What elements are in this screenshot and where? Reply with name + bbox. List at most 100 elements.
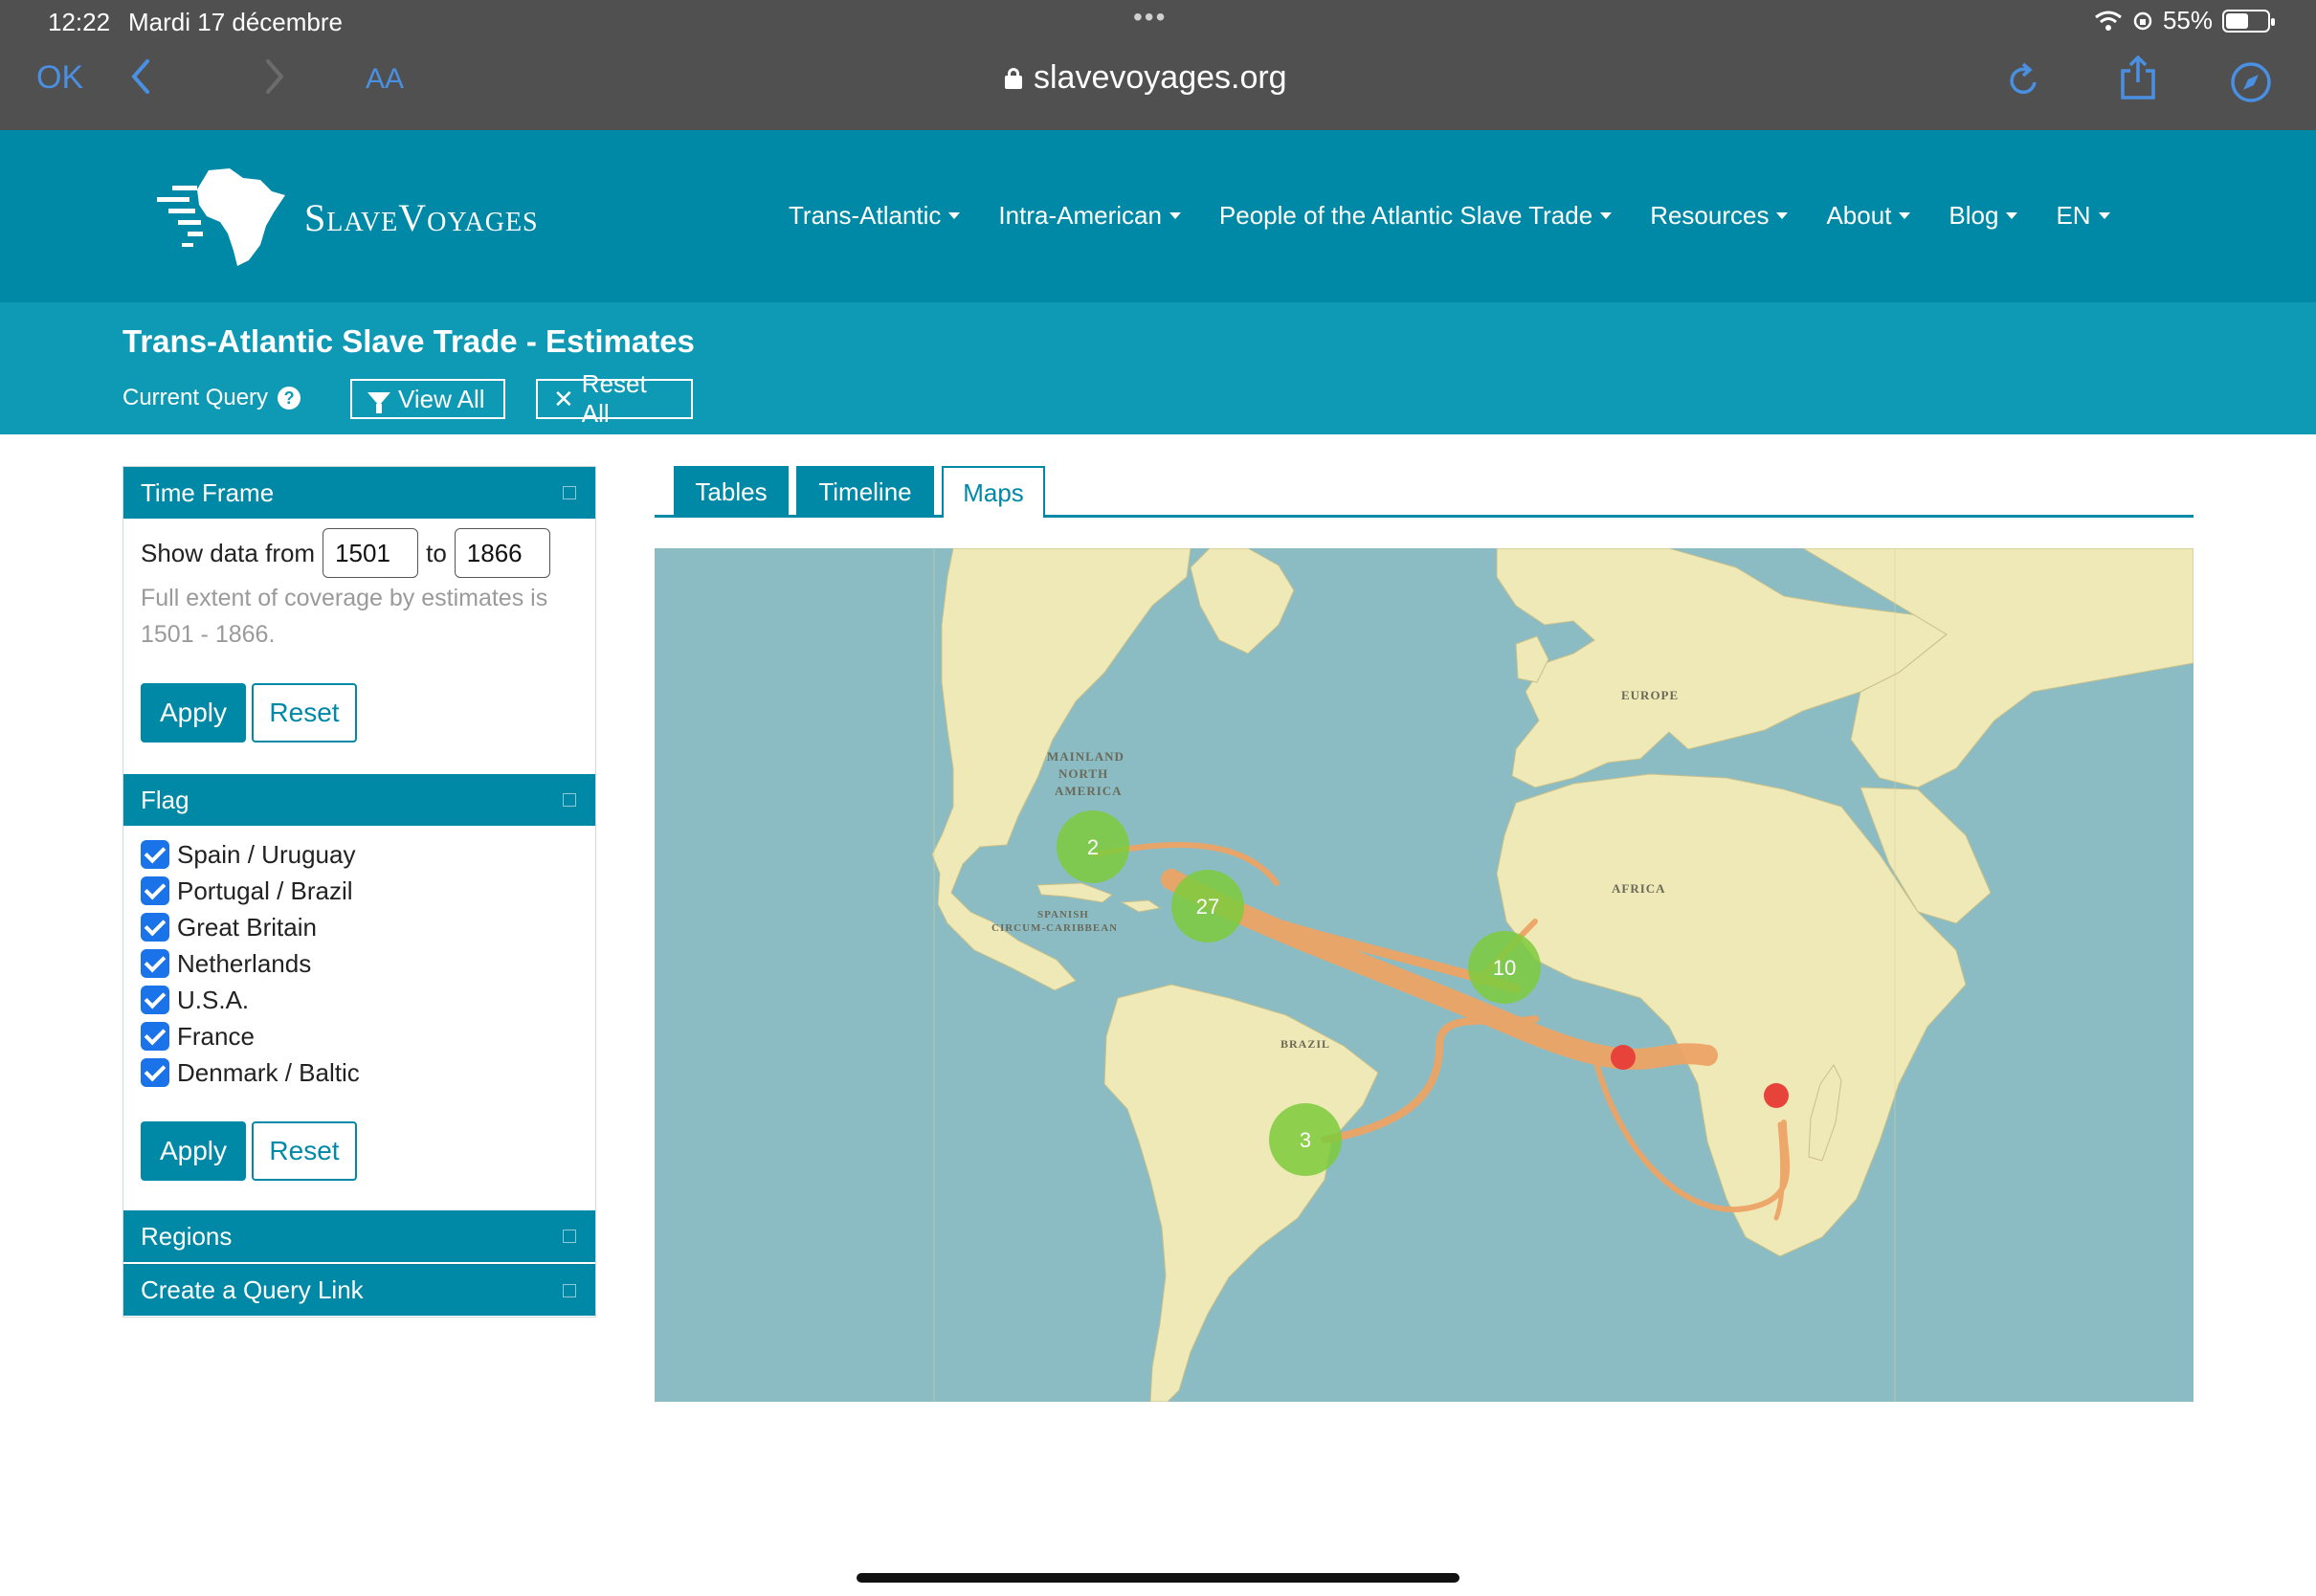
nav-label: Resources <box>1650 201 1770 230</box>
year-to-input[interactable]: 1866 <box>454 528 550 578</box>
cluster-marker-caribbean[interactable]: 27 <box>1171 870 1244 942</box>
nav-label: Blog <box>1949 201 1999 230</box>
nav-trans-atlantic[interactable]: Trans-Atlantic <box>789 201 961 231</box>
cluster-marker-north-america[interactable]: 2 <box>1057 810 1129 883</box>
nav-resources[interactable]: Resources <box>1650 201 1789 231</box>
checkbox-checked-icon[interactable] <box>141 840 169 869</box>
forward-icon[interactable] <box>262 57 287 96</box>
checkbox-checked-icon[interactable] <box>141 986 169 1014</box>
flag-item[interactable]: U.S.A. <box>141 982 360 1018</box>
battery-icon <box>2222 9 2275 33</box>
cluster-marker-africa[interactable]: 10 <box>1468 931 1541 1004</box>
nav-label: Trans-Atlantic <box>789 201 942 230</box>
reset-all-button[interactable]: ✕ Reset All <box>536 369 693 428</box>
compass-icon[interactable] <box>2230 61 2272 103</box>
map-canvas: EUROPE AFRICA MAINLAND NORTH AMERICA SPA… <box>931 548 2194 1402</box>
caret-down-icon <box>948 212 961 219</box>
lock-icon <box>1005 67 1022 89</box>
flag-item[interactable]: Denmark / Baltic <box>141 1054 360 1091</box>
back-icon[interactable] <box>128 57 153 96</box>
flag-item[interactable]: Great Britain <box>141 909 360 945</box>
collapse-icon[interactable] <box>563 486 576 499</box>
flag-item[interactable]: France <box>141 1018 360 1054</box>
nav-about[interactable]: About <box>1826 201 1911 231</box>
flag-label: Portugal / Brazil <box>177 876 353 905</box>
regions-header[interactable]: Regions <box>123 1210 595 1262</box>
nav-intra-american[interactable]: Intra-American <box>998 201 1181 231</box>
tab-timeline[interactable]: Timeline <box>796 466 934 518</box>
site-header: SlaveVoyages Trans-Atlantic Intra-Americ… <box>0 130 2316 302</box>
label-na-3: AMERICA <box>1055 784 1123 798</box>
land-caribbean <box>1036 882 1113 903</box>
flag-label: U.S.A. <box>177 985 250 1014</box>
flag-reset-button[interactable]: Reset <box>252 1121 357 1181</box>
page-title: Trans-Atlantic Slave Trade - Estimates <box>122 323 695 359</box>
site-logo[interactable]: SlaveVoyages <box>153 165 539 270</box>
label-sc-2: CIRCUM-CARIBBEAN <box>991 922 1118 934</box>
collapse-icon[interactable] <box>563 1284 576 1297</box>
status-time: 12:22 <box>48 8 111 36</box>
main-nav: Trans-Atlantic Intra-American People of … <box>789 201 2110 231</box>
caret-down-icon <box>1169 212 1181 219</box>
nav-label: About <box>1826 201 1892 230</box>
query-link-header[interactable]: Create a Query Link <box>123 1264 595 1316</box>
coverage-note: Full extent of coverage by estimates is … <box>141 585 548 648</box>
help-icon[interactable]: ? <box>278 387 301 410</box>
view-tabs: Tables Timeline Maps <box>655 466 2194 518</box>
logo-text: SlaveVoyages <box>304 195 539 239</box>
port-marker-southeast-africa[interactable] <box>1764 1083 1789 1108</box>
year-from-input[interactable]: 1501 <box>323 528 419 578</box>
browser-chrome: 12:22 Mardi 17 décembre ••• 55% OK AA sl… <box>0 0 2316 130</box>
flag-apply-button[interactable]: Apply <box>141 1121 246 1181</box>
flag-header[interactable]: Flag <box>123 774 595 826</box>
time-frame-row: Show data from 1501 to 1866 <box>141 528 550 578</box>
status-right: 55% <box>2094 6 2275 35</box>
flag-item[interactable]: Netherlands <box>141 945 360 982</box>
trade-route-map[interactable]: EUROPE AFRICA MAINLAND NORTH AMERICA SPA… <box>655 548 2194 1402</box>
flag-label: Spain / Uruguay <box>177 839 356 869</box>
label-sc-1: SPANISH <box>1037 909 1089 920</box>
cluster-count: 27 <box>1196 895 1219 919</box>
land-south-america <box>1103 984 1379 1402</box>
time-frame-apply-button[interactable]: Apply <box>141 683 246 743</box>
cluster-marker-brazil[interactable]: 3 <box>1269 1103 1342 1176</box>
view-all-label: View All <box>398 384 485 413</box>
done-button[interactable]: OK <box>36 59 83 97</box>
share-icon[interactable] <box>2119 55 2157 101</box>
text-size-button[interactable]: AA <box>366 63 404 96</box>
flag-item[interactable]: Spain / Uruguay <box>141 836 360 873</box>
current-query-label: Current Query <box>122 385 269 410</box>
address-bar[interactable]: slavevoyages.org <box>1005 59 1287 97</box>
view-all-button[interactable]: View All <box>350 379 505 419</box>
nav-language[interactable]: EN <box>2056 201 2110 231</box>
url-text: slavevoyages.org <box>1034 59 1287 96</box>
battery-fill <box>2226 12 2248 29</box>
checkbox-checked-icon[interactable] <box>141 913 169 942</box>
checkbox-checked-icon[interactable] <box>141 876 169 905</box>
land-greenland <box>1190 548 1295 654</box>
time-frame-header[interactable]: Time Frame <box>123 467 595 519</box>
label-africa: AFRICA <box>1612 881 1666 896</box>
orientation-lock-icon <box>2133 11 2152 30</box>
multitasking-dots-icon[interactable]: ••• <box>1133 2 1167 33</box>
flag-label: Netherlands <box>177 948 312 978</box>
collapse-icon[interactable] <box>563 793 576 807</box>
reset-all-label: Reset All <box>581 369 647 428</box>
checkbox-checked-icon[interactable] <box>141 1058 169 1087</box>
port-marker-west-central-africa[interactable] <box>1611 1045 1636 1070</box>
tab-tables[interactable]: Tables <box>674 466 789 518</box>
collapse-icon[interactable] <box>563 1230 576 1243</box>
to-label: to <box>426 538 447 567</box>
time-frame-reset-button[interactable]: Reset <box>252 683 357 743</box>
home-indicator[interactable] <box>857 1573 1459 1583</box>
nav-people[interactable]: People of the Atlantic Slave Trade <box>1219 201 1613 231</box>
land-hispaniola <box>1120 899 1162 913</box>
checkbox-checked-icon[interactable] <box>141 1022 169 1051</box>
panel-title: Time Frame <box>141 477 275 507</box>
flag-item[interactable]: Portugal / Brazil <box>141 873 360 909</box>
tab-maps[interactable]: Maps <box>942 466 1045 518</box>
reload-icon[interactable] <box>2006 61 2040 100</box>
nav-blog[interactable]: Blog <box>1949 201 2018 231</box>
checkbox-checked-icon[interactable] <box>141 949 169 978</box>
wifi-icon <box>2095 11 2122 31</box>
